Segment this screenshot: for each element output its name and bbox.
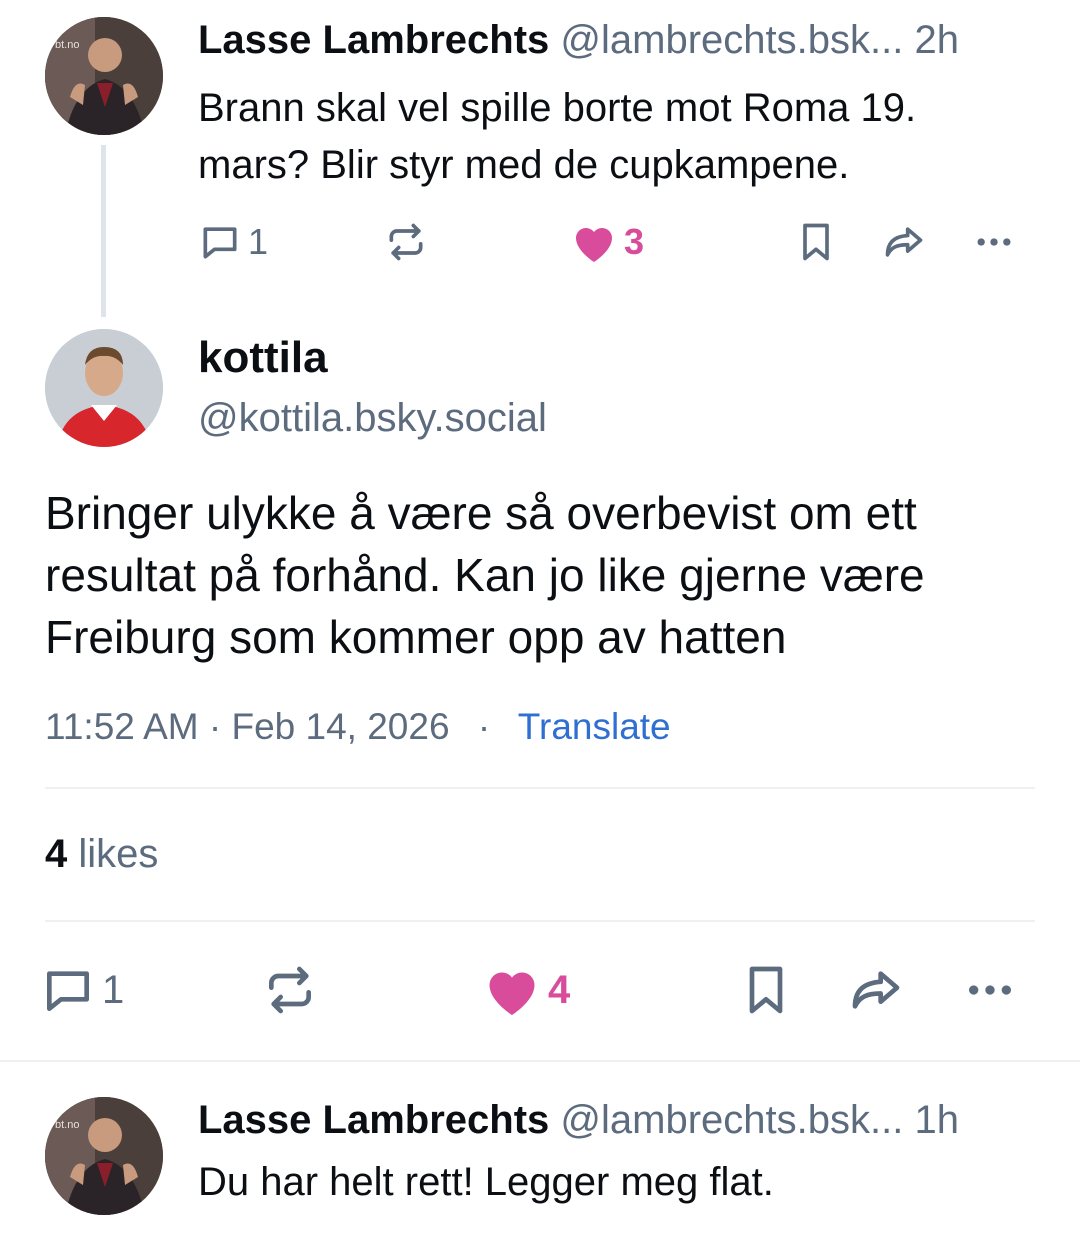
avatar-kottila[interactable] (45, 329, 163, 447)
divider (45, 787, 1035, 789)
bookmark-button[interactable] (738, 962, 794, 1018)
reply-icon (47, 971, 89, 1011)
author-handle[interactable]: @lambrechts.bsk... (560, 18, 903, 62)
translate-link[interactable]: Translate (518, 706, 671, 747)
bookmark-button[interactable] (794, 220, 838, 264)
reply-count: 1 (248, 221, 269, 262)
more-options-button[interactable] (970, 220, 1018, 264)
author-name[interactable]: kottila (198, 333, 328, 383)
avatar-lasse-lambrechts[interactable]: bt.no (45, 17, 163, 135)
post-time: 2h (914, 18, 959, 62)
avatar-lasse-lambrechts[interactable]: bt.no (45, 1097, 163, 1215)
reply-icon (203, 227, 237, 259)
bookmark-icon (803, 223, 829, 261)
reply-button[interactable]: 1 (40, 962, 124, 1018)
post-text: Bringer ulykke å være så overbevist om e… (45, 487, 925, 663)
author-name[interactable]: Lasse Lambrechts (198, 18, 549, 62)
meta-separator: · (477, 706, 491, 747)
post-time: 1h (914, 1098, 959, 1142)
avatar-watermark: bt.no (55, 1119, 80, 1131)
like-button[interactable]: 4 (482, 962, 570, 1018)
post-timestamp: 11:52 AM · Feb 14, 2026 (45, 706, 450, 747)
share-icon (885, 227, 923, 257)
likes-count: 4 (45, 832, 68, 876)
more-options-button[interactable] (962, 962, 1018, 1018)
heart-icon (489, 972, 535, 1015)
post-text: Du har helt rett! Legger meg flat. (198, 1160, 774, 1204)
reply-button[interactable]: 1 (198, 220, 268, 264)
share-button[interactable] (846, 962, 906, 1018)
thread-line (101, 145, 106, 317)
avatar-watermark: bt.no (55, 39, 80, 51)
like-count: 3 (624, 221, 645, 262)
likes-summary[interactable]: 4 likes (45, 832, 158, 877)
repost-button[interactable] (384, 220, 428, 264)
author-handle[interactable]: @lambrechts.bsk... (560, 1098, 903, 1142)
repost-icon (269, 966, 311, 1014)
share-icon (852, 971, 900, 1009)
repost-icon (389, 223, 423, 261)
heart-icon (576, 228, 612, 262)
more-icon (969, 985, 1011, 995)
post-meta: 11:52 AM · Feb 14, 2026 · Translate (45, 706, 671, 748)
post-header: Lasse Lambrechts @lambrechts.bsk... 1h (198, 1098, 959, 1143)
post-text: Brann skal vel spille borte mot Roma 19.… (198, 86, 917, 187)
divider (45, 920, 1035, 922)
reply-count: 1 (102, 967, 125, 1012)
author-name[interactable]: Lasse Lambrechts (198, 1098, 549, 1142)
repost-button[interactable] (262, 962, 318, 1018)
section-divider (0, 1060, 1080, 1062)
like-button[interactable]: 3 (570, 220, 644, 264)
author-handle[interactable]: @kottila.bsky.social (198, 396, 547, 441)
like-count: 4 (548, 967, 571, 1012)
likes-label: likes (78, 832, 159, 876)
post-header: Lasse Lambrechts @lambrechts.bsk... 2h (198, 18, 959, 63)
more-icon (977, 238, 1011, 246)
bookmark-icon (749, 966, 783, 1014)
share-button[interactable] (880, 220, 928, 264)
